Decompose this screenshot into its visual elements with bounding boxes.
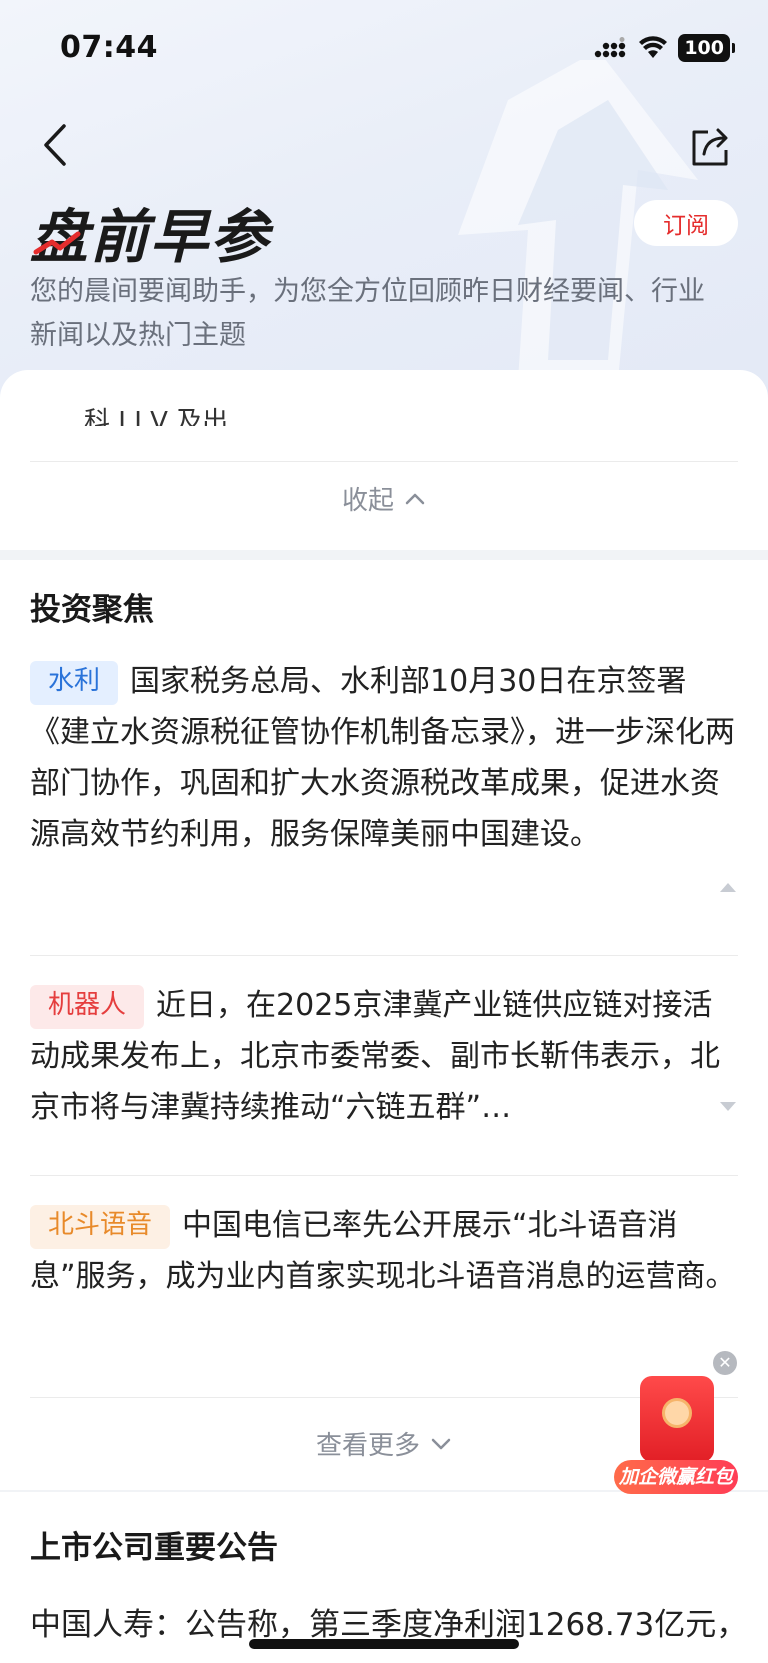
cellular-signal-icon: [595, 37, 626, 58]
news-item[interactable]: 机器人 近日，在2025京津冀产业链供应链对接活动成果发布上，北京市委常委、副市长…: [30, 980, 738, 1133]
back-arrow-icon[interactable]: [36, 120, 76, 170]
divider: [30, 955, 738, 956]
battery-indicator: 100: [678, 34, 735, 62]
expand-triangle-icon[interactable]: [718, 1100, 738, 1114]
divider: [30, 461, 738, 462]
subscribe-button[interactable]: 订阅: [634, 200, 738, 246]
news-tag[interactable]: 北斗语音: [30, 1205, 171, 1249]
chevron-down-icon: [431, 1438, 451, 1449]
status-bar: 07:44 100: [0, 0, 768, 100]
title-logo-accent: [33, 231, 81, 255]
coin-icon: [662, 1398, 692, 1428]
wifi-icon: [639, 36, 668, 58]
collapse-button[interactable]: 收起: [0, 480, 768, 517]
news-tag[interactable]: 水利: [30, 661, 119, 705]
page-subtitle: 您的晨间要闻助手，为您全方位回顾昨日财经要闻、行业新闻以及热门主题: [30, 276, 705, 351]
news-text: 国家税务总局、水利部10月30日在京签署《建立水资源税征管协作机制备忘录》，进一…: [30, 664, 735, 852]
red-packet-label[interactable]: 加企微赢红包: [614, 1460, 738, 1494]
chevron-up-icon: [405, 493, 425, 504]
collapse-label: 收起: [341, 486, 394, 516]
news-item[interactable]: 水利 国家税务总局、水利部10月30日在京签署《建立水资源税征管协作机制备忘录》，…: [30, 656, 738, 860]
section-title-announcements: 上市公司重要公告: [30, 1530, 278, 1566]
clipped-previous-text: 科 I I V 及出: [84, 407, 229, 426]
news-tag[interactable]: 机器人: [30, 985, 145, 1029]
home-indicator: [249, 1639, 519, 1649]
view-more-label: 查看更多: [315, 1431, 420, 1461]
status-icons: 100: [594, 34, 735, 62]
divider: [30, 1175, 738, 1176]
close-icon[interactable]: ✕: [713, 1351, 737, 1375]
divider: [30, 1397, 738, 1398]
status-time: 07:44: [60, 30, 158, 65]
collapse-triangle-icon[interactable]: [718, 880, 738, 894]
news-item[interactable]: 北斗语音 中国电信已率先公开展示“北斗语音消息”服务，成为业内首家实现北斗语音消息…: [30, 1200, 738, 1302]
section-title-investment-focus: 投资聚焦: [30, 592, 154, 628]
share-icon[interactable]: [688, 124, 734, 170]
